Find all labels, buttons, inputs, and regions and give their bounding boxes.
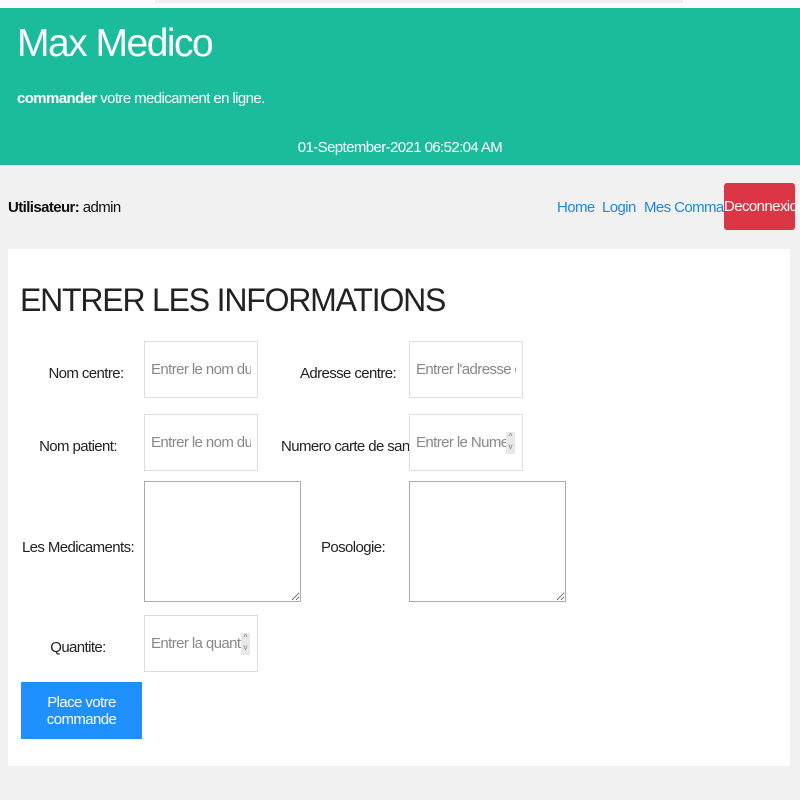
order-form-panel: ENTRER LES INFORMATIONS Nom centre: Adre…	[8, 249, 790, 766]
tagline-text: votre medicament en ligne.	[96, 90, 265, 107]
nav-login[interactable]: Login	[602, 199, 636, 216]
label-nom-patient: Nom patient:	[39, 438, 117, 455]
spinner-icon[interactable]: ^ v	[241, 633, 250, 655]
logout-button[interactable]: Deconnexion	[724, 183, 800, 230]
navbar: Utilisateur: admin Home Login Mes Comman…	[0, 165, 800, 249]
current-user: Utilisateur: admin	[8, 199, 121, 216]
place-order-button[interactable]: Place votre commande	[21, 682, 142, 739]
tagline: commander votre medicament en ligne.	[17, 90, 265, 107]
label-numero-carte: Numero carte de sante:	[281, 438, 425, 455]
nom-patient-input[interactable]	[144, 414, 258, 471]
medicaments-textarea[interactable]	[144, 481, 301, 602]
form-title: ENTRER LES INFORMATIONS	[20, 282, 446, 318]
user-name: admin	[79, 199, 121, 216]
site-header: Max Medico commander votre medicament en…	[0, 8, 800, 165]
label-posologie: Posologie:	[320, 539, 386, 556]
nav-home[interactable]: Home	[557, 199, 595, 216]
adresse-centre-input[interactable]	[409, 341, 523, 398]
nom-centre-input[interactable]	[144, 341, 258, 398]
label-medicaments: Les Medicaments:	[21, 539, 135, 556]
tagline-bold: commander	[17, 90, 97, 107]
browser-bar	[155, 0, 683, 3]
site-title: Max Medico	[17, 22, 214, 65]
datetime: 01-September-2021 06:52:04 AM	[297, 139, 503, 156]
label-quantite: Quantite:	[50, 639, 106, 656]
posologie-textarea[interactable]	[409, 481, 566, 602]
spinner-icon[interactable]: ^ v	[506, 432, 515, 454]
user-label: Utilisateur:	[8, 199, 80, 216]
label-nom-centre: Nom centre:	[48, 365, 124, 382]
label-adresse-centre: Adresse centre:	[299, 365, 397, 382]
